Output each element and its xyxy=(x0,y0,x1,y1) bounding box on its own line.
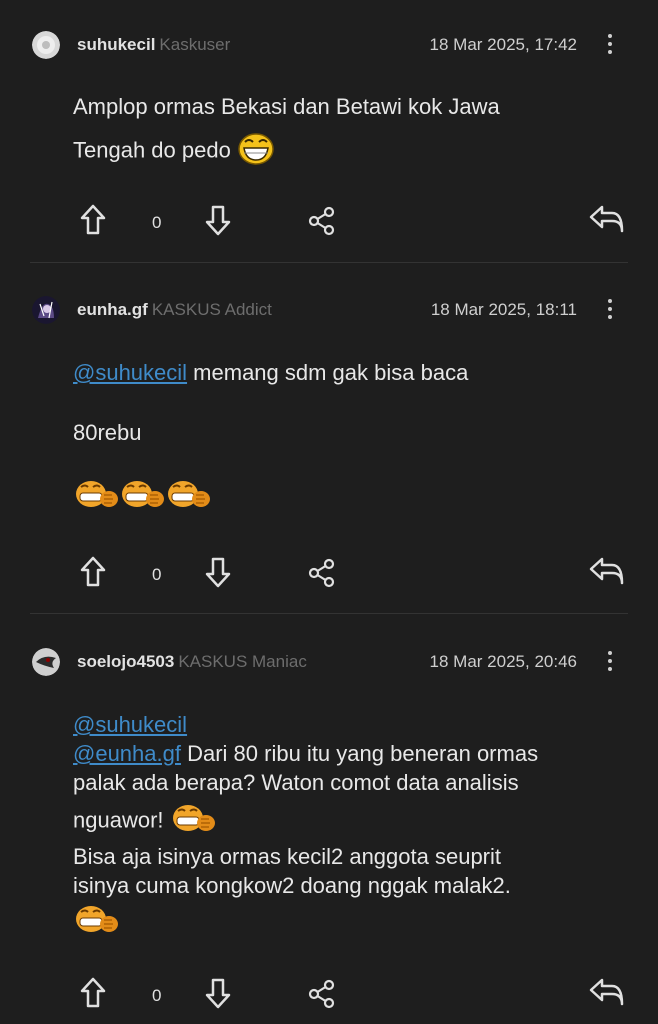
post-text-line: Tengah do pedo xyxy=(73,137,231,163)
more-options-icon[interactable] xyxy=(600,646,620,676)
downvote-icon[interactable] xyxy=(204,976,232,1010)
post-text-line: Amplop ormas Bekasi dan Betawi kok Jawa xyxy=(73,94,500,119)
upvote-icon[interactable] xyxy=(79,555,107,589)
avatar[interactable] xyxy=(32,296,60,324)
ngakak-emoji-icon xyxy=(119,477,165,518)
avatar[interactable] xyxy=(32,648,60,676)
post-text-line: palak ada berapa? Waton comot data anali… xyxy=(73,770,519,795)
reply-icon[interactable] xyxy=(588,203,626,235)
avatar[interactable] xyxy=(32,31,60,59)
user-rank: KASKUS Addict xyxy=(151,300,272,319)
downvote-icon[interactable] xyxy=(204,203,232,237)
upvote-icon[interactable] xyxy=(79,976,107,1010)
username-text[interactable]: suhukecil xyxy=(77,35,155,54)
vote-count: 0 xyxy=(152,986,162,1005)
post-content: @suhukecil @eunha.gf Dari 80 ribu itu ya… xyxy=(73,710,613,943)
vote-count: 0 xyxy=(152,213,162,232)
post-divider xyxy=(30,262,628,263)
post-time: 18 Mar 2025, 17:42 xyxy=(429,35,577,54)
share-icon[interactable] xyxy=(307,979,337,1009)
mention-link[interactable]: @suhukecil xyxy=(73,360,187,385)
post-header: eunha.gf KASKUS Addict 18 Mar 2025, 18:11 xyxy=(0,290,658,330)
post-text: Dari 80 ribu itu yang beneran ormas xyxy=(180,741,539,766)
mention-link[interactable]: @eunha.gf xyxy=(73,741,181,766)
emoji-row xyxy=(73,477,613,513)
username[interactable]: suhukecil Kaskuser xyxy=(77,35,230,55)
vote-count: 0 xyxy=(152,565,162,584)
post-text-line: 80rebu xyxy=(73,420,142,445)
post-header: soelojo4503 KASKUS Maniac 18 Mar 2025, 20… xyxy=(0,642,658,682)
post-divider xyxy=(30,613,628,614)
post-actions: 0 xyxy=(0,203,658,243)
username-text[interactable]: eunha.gf xyxy=(77,300,148,319)
share-icon[interactable] xyxy=(307,206,337,236)
post-content: Amplop ormas Bekasi dan Betawi kok Jawa … xyxy=(73,92,613,172)
post-text-line: nguawor! xyxy=(73,807,164,833)
username[interactable]: soelojo4503 KASKUS Maniac xyxy=(77,652,307,672)
username-text[interactable]: soelojo4503 xyxy=(77,652,174,671)
reply-icon[interactable] xyxy=(588,976,626,1008)
downvote-icon[interactable] xyxy=(204,555,232,589)
post-text-line: Bisa aja isinya ormas kecil2 anggota seu… xyxy=(73,844,502,869)
ngakak-emoji-icon xyxy=(73,477,119,518)
username[interactable]: eunha.gf KASKUS Addict xyxy=(77,300,272,320)
user-rank: Kaskuser xyxy=(159,35,231,54)
post-header: suhukecil Kaskuser 18 Mar 2025, 17:42 xyxy=(0,25,658,65)
user-rank: KASKUS Maniac xyxy=(178,652,307,671)
post-time: 18 Mar 2025, 18:11 xyxy=(430,300,577,319)
post-time: 18 Mar 2025, 20:46 xyxy=(429,652,577,671)
ngakak-emoji-icon xyxy=(165,477,211,518)
upvote-icon[interactable] xyxy=(79,203,107,237)
reply-icon[interactable] xyxy=(588,555,626,587)
ngakak-emoji-icon xyxy=(73,902,119,943)
post-actions: 0 xyxy=(0,976,658,1016)
more-options-icon[interactable] xyxy=(600,29,620,59)
ngakak-emoji-icon xyxy=(170,801,216,842)
post-text: memang sdm gak bisa baca xyxy=(187,360,469,385)
post-content: @suhukecil memang sdm gak bisa baca 80re… xyxy=(73,358,613,513)
post-text-line: isinya cuma kongkow2 doang nggak malak2. xyxy=(73,873,511,898)
laugh-emoji-icon xyxy=(237,131,275,172)
post-actions: 0 xyxy=(0,555,658,595)
mention-link[interactable]: @suhukecil xyxy=(73,712,187,737)
more-options-icon[interactable] xyxy=(600,294,620,324)
share-icon[interactable] xyxy=(307,558,337,588)
